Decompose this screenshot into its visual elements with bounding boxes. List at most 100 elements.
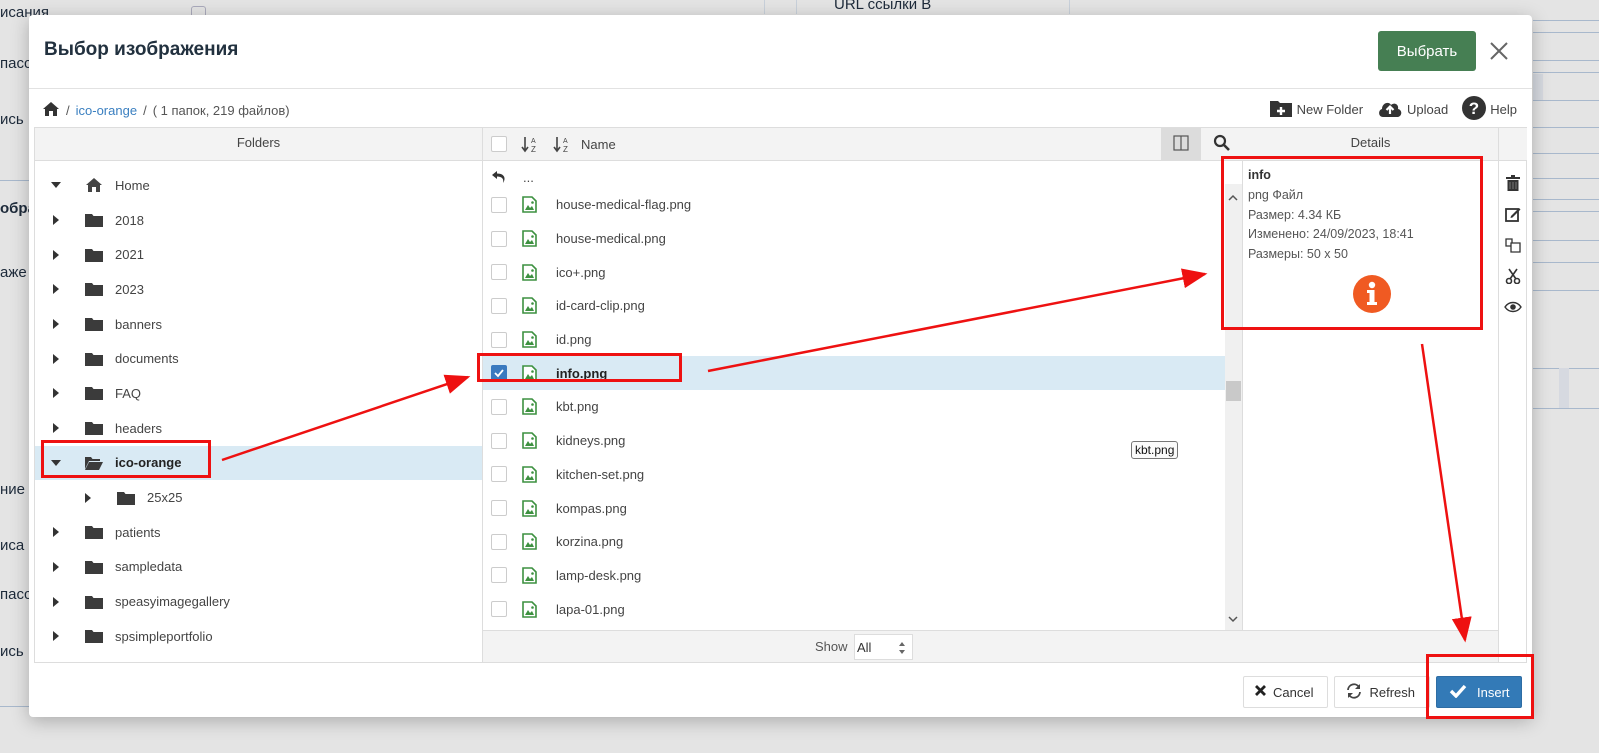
folder-item[interactable]: FAQ	[35, 376, 482, 411]
folder-item[interactable]: speasyimagegallery	[35, 584, 482, 619]
folder-item[interactable]: spsimpleportfolio	[35, 619, 482, 654]
select-all-checkbox[interactable]	[491, 136, 507, 152]
copy-icon[interactable]	[1499, 229, 1527, 260]
cancel-button[interactable]: Cancel	[1243, 676, 1329, 708]
file-name: korzina.png	[556, 534, 624, 550]
show-select[interactable]: All	[854, 634, 913, 660]
file-row[interactable]: ico+.png	[483, 255, 1225, 289]
breadcrumb-summary: ( 1 папок, 219 файлов)	[152, 103, 290, 118]
file-name: ico+.png	[556, 264, 606, 280]
modal-footer: Cancel Refresh Insert	[1243, 676, 1522, 708]
details-body: info png Файл Размер: 4.34 КБ Изменено: …	[1248, 166, 1414, 265]
file-checkbox[interactable]	[491, 533, 507, 550]
sort-desc-icon[interactable]: AZ	[553, 135, 571, 156]
caret-right-icon[interactable]	[51, 319, 61, 330]
folder-icon	[85, 213, 105, 228]
background-label: иса	[0, 537, 25, 554]
file-checkbox[interactable]	[491, 365, 507, 382]
sort-asc-icon[interactable]: AZ	[521, 135, 539, 156]
scrollbar-thumb[interactable]	[1226, 381, 1241, 401]
file-row[interactable]: house-medical.png	[483, 222, 1225, 256]
file-checkbox[interactable]	[491, 331, 507, 348]
scroll-down-icon[interactable]	[1228, 611, 1238, 626]
trash-icon[interactable]	[1499, 167, 1527, 198]
name-column-header[interactable]: Name	[581, 137, 616, 152]
caret-right-icon[interactable]	[51, 527, 61, 538]
caret-right-icon[interactable]	[51, 561, 61, 572]
parent-folder-row[interactable]: ...	[483, 166, 1225, 188]
new-folder-button[interactable]: New Folder	[1269, 98, 1363, 121]
folder-item[interactable]: 2018	[35, 203, 482, 238]
home-icon[interactable]	[42, 101, 60, 120]
folder-item[interactable]: patients	[35, 515, 482, 550]
close-icon[interactable]	[1487, 39, 1511, 63]
folder-item[interactable]: 2021	[35, 237, 482, 272]
folder-item[interactable]: Home	[35, 168, 482, 203]
caret-right-icon[interactable]	[51, 249, 61, 260]
background-divider	[0, 180, 29, 181]
file-checkbox[interactable]	[491, 601, 507, 618]
caret-right-icon[interactable]	[51, 388, 61, 399]
edit-icon[interactable]	[1499, 198, 1527, 229]
background-url-label: URL ссылки В	[834, 0, 932, 13]
help-button[interactable]: ? Help	[1462, 96, 1517, 123]
file-row[interactable]: lapa-01.png	[483, 592, 1225, 626]
folder-item[interactable]: banners	[35, 307, 482, 342]
insert-button[interactable]: Insert	[1436, 676, 1522, 708]
search-button[interactable]	[1201, 128, 1243, 160]
folder-label: patients	[115, 524, 161, 540]
upload-button[interactable]: Upload	[1377, 98, 1448, 121]
cancel-label: Cancel	[1273, 684, 1314, 700]
file-row[interactable]: lamp-desk.png	[483, 559, 1225, 593]
folder-item[interactable]: headers	[35, 411, 482, 446]
file-checkbox[interactable]	[491, 567, 507, 584]
caret-right-icon[interactable]	[51, 596, 61, 607]
folder-item[interactable]: 2023	[35, 272, 482, 307]
file-row[interactable]: kompas.png	[483, 491, 1225, 525]
file-row[interactable]: kbt.png	[483, 390, 1225, 424]
caret-right-icon[interactable]	[51, 631, 61, 642]
image-file-icon	[522, 499, 540, 517]
folder-item[interactable]: documents	[35, 341, 482, 376]
layout-toggle-button[interactable]	[1161, 128, 1201, 160]
caret-right-icon[interactable]	[51, 284, 61, 295]
folder-icon	[85, 386, 105, 401]
folder-icon	[85, 525, 105, 540]
file-row[interactable]: kitchen-set.png	[483, 458, 1225, 492]
preview-eye-icon[interactable]	[1499, 291, 1527, 322]
caret-right-icon[interactable]	[51, 215, 61, 226]
file-list-scrollbar[interactable]	[1225, 184, 1242, 630]
select-button[interactable]: Выбрать	[1378, 31, 1476, 71]
refresh-button[interactable]: Refresh	[1334, 676, 1430, 708]
folder-item[interactable]: ico-orange	[35, 445, 482, 481]
caret-down-icon[interactable]	[51, 459, 61, 466]
files-footer: Show All	[483, 630, 1243, 662]
file-checkbox[interactable]	[491, 500, 507, 517]
caret-right-icon[interactable]	[83, 492, 93, 503]
caret-right-icon[interactable]	[51, 353, 61, 364]
scroll-up-icon[interactable]	[1228, 190, 1238, 205]
caret-down-icon[interactable]	[51, 182, 61, 189]
file-checkbox[interactable]	[491, 264, 507, 281]
file-checkbox[interactable]	[491, 196, 507, 213]
file-checkbox[interactable]	[491, 432, 507, 449]
files-header: AZ AZ Name	[483, 128, 1243, 161]
file-checkbox[interactable]	[491, 398, 507, 415]
file-row[interactable]: info.png	[483, 356, 1225, 391]
folder-item[interactable]: sampledata	[35, 550, 482, 585]
file-checkbox[interactable]	[491, 297, 507, 314]
checkmark-icon	[1449, 684, 1467, 701]
file-row[interactable]: id.png	[483, 323, 1225, 357]
file-row[interactable]: korzina.png	[483, 525, 1225, 559]
file-row[interactable]: kidneys.png	[483, 424, 1225, 458]
cut-icon[interactable]	[1499, 260, 1527, 291]
folder-label: documents	[115, 351, 179, 367]
file-row[interactable]: house-medical-flag.png	[483, 188, 1225, 222]
search-icon	[1213, 134, 1231, 155]
folder-item[interactable]: 25x25	[35, 480, 482, 515]
breadcrumb-current-folder[interactable]: ico-orange	[76, 103, 137, 118]
file-checkbox[interactable]	[491, 230, 507, 247]
caret-right-icon[interactable]	[51, 423, 61, 434]
file-checkbox[interactable]	[491, 466, 507, 483]
file-row[interactable]: id-card-clip.png	[483, 289, 1225, 323]
